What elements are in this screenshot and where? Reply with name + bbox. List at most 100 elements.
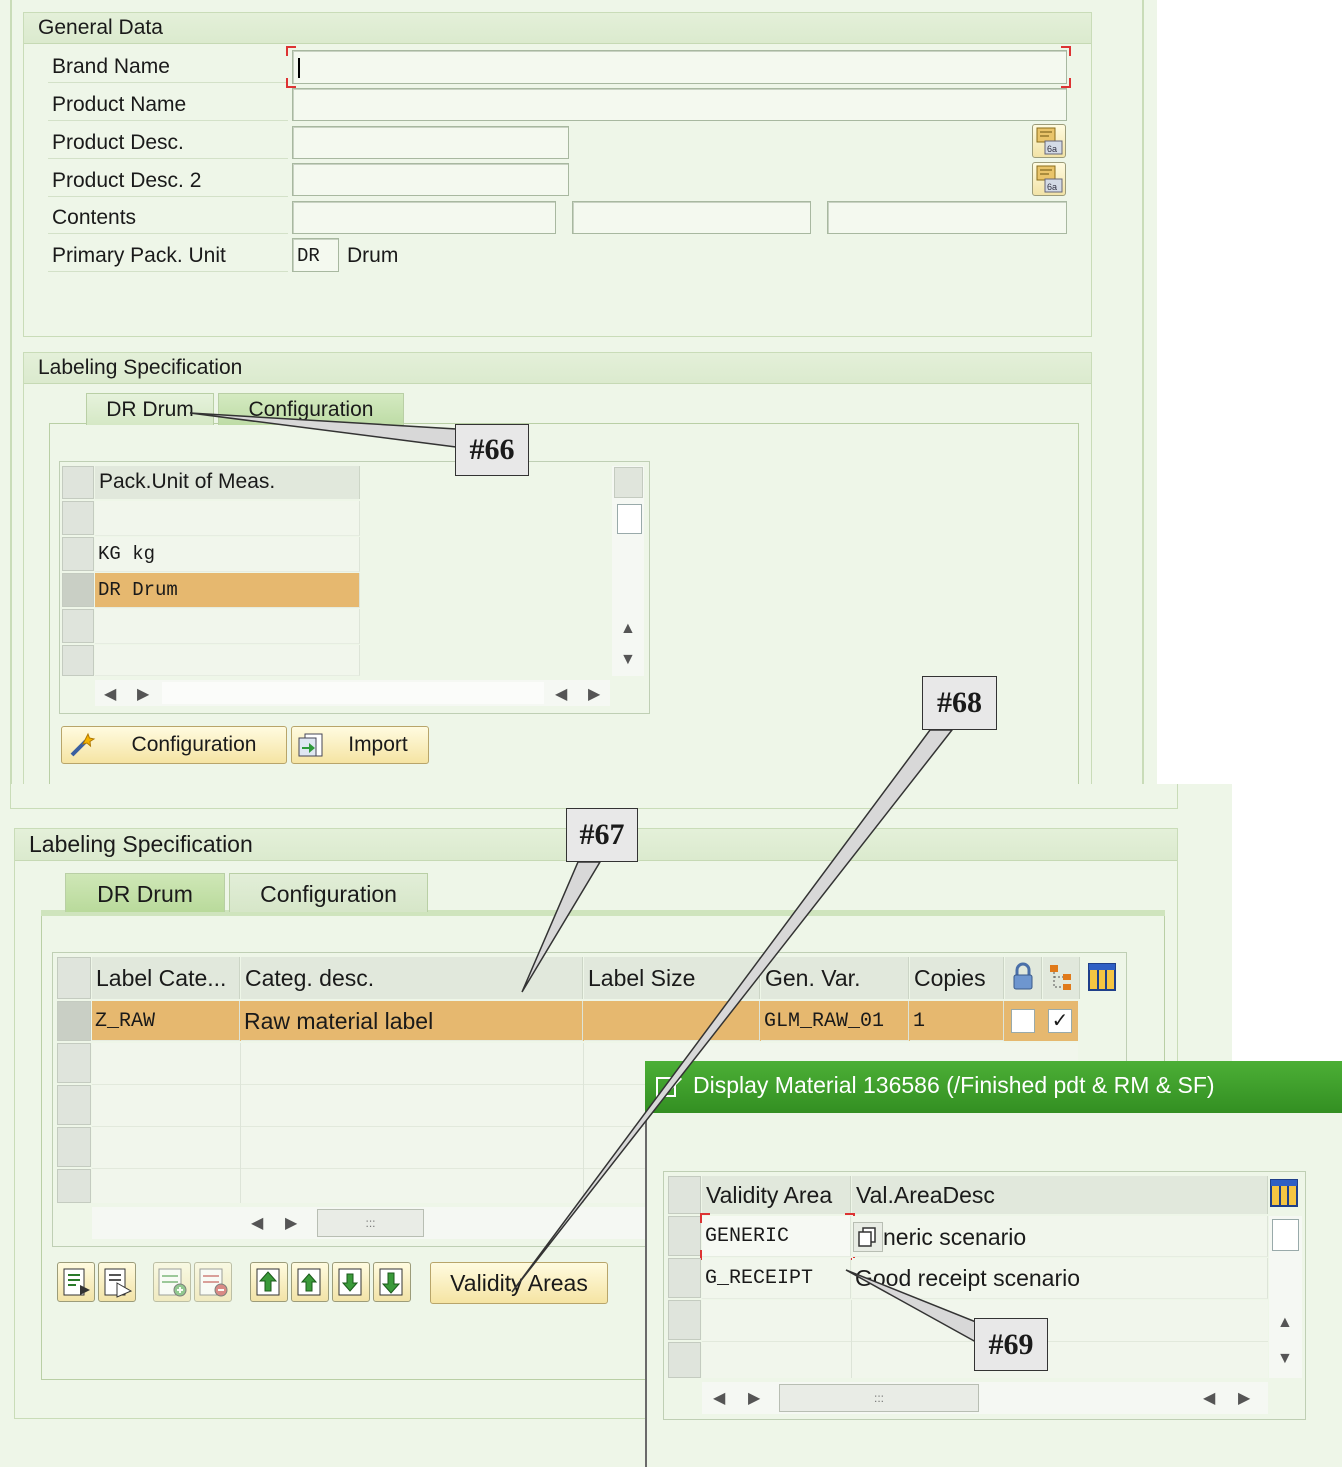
column-header-label-category[interactable]: Label Cate... <box>92 957 240 999</box>
row-selector[interactable] <box>57 1169 91 1203</box>
scroll-right-icon[interactable]: ▶ <box>588 684 600 704</box>
contents-input-3[interactable] <box>827 201 1067 234</box>
scroll-track[interactable] <box>162 682 544 704</box>
text-cursor <box>298 58 300 78</box>
contents-input-1[interactable] <box>292 201 556 234</box>
scroll-top-button[interactable] <box>614 467 643 498</box>
details-icon[interactable] <box>57 1262 95 1302</box>
product-name-input[interactable] <box>292 88 1067 121</box>
callout-69: #69 <box>974 1318 1048 1371</box>
tab-configuration-bottom[interactable]: Configuration <box>229 873 428 912</box>
scroll-up-icon[interactable]: ▲ <box>620 620 636 638</box>
scroll-left-icon[interactable]: ◀ <box>1203 1388 1215 1408</box>
dialog-title: Display Material 136586 (/Finished pdt &… <box>693 1072 1215 1098</box>
scroll-left-icon[interactable]: ◀ <box>555 684 567 704</box>
validity-area-cell[interactable]: GENERIC <box>702 1216 851 1257</box>
tab-dr-drum-bottom[interactable]: DR Drum <box>65 873 225 912</box>
label-size-cell[interactable] <box>584 1001 760 1041</box>
top-screen-right-border <box>1142 0 1144 784</box>
primary-pack-code-field[interactable]: DR <box>292 238 339 272</box>
validity-areas-button[interactable]: Validity Areas <box>430 1262 608 1304</box>
row-selector[interactable] <box>62 573 94 607</box>
table-row[interactable] <box>95 609 360 644</box>
row-selector[interactable] <box>62 501 94 535</box>
move-down-icon[interactable] <box>332 1262 370 1302</box>
required-marker-tl <box>286 46 296 56</box>
val-area-desc-text: neric scenario <box>883 1224 1027 1250</box>
table-corner <box>62 466 94 499</box>
scroll-right-icon[interactable]: ▶ <box>137 684 149 704</box>
row-selector[interactable] <box>62 537 94 571</box>
scroll-right-icon[interactable]: ▶ <box>1238 1388 1250 1408</box>
column-header-gen-var[interactable]: Gen. Var. <box>761 957 909 999</box>
column-settings-icon[interactable] <box>1268 1177 1302 1211</box>
label-underline <box>48 271 288 272</box>
import-button[interactable]: Import <box>291 726 429 764</box>
lock-icon[interactable] <box>1005 957 1042 999</box>
row-selector[interactable] <box>57 1043 91 1083</box>
validity-area-cell[interactable]: G_RECEIPT <box>702 1258 851 1299</box>
table-row[interactable]: KG kg <box>95 537 360 572</box>
svg-text:6a: 6a <box>1047 182 1057 192</box>
row-selector[interactable] <box>57 1001 91 1041</box>
table-row-selected[interactable]: DR Drum <box>95 573 360 608</box>
svg-text:6a: 6a <box>1047 144 1057 154</box>
column-header-copies[interactable]: Copies <box>910 957 1004 999</box>
table-row[interactable] <box>95 645 360 676</box>
move-bottom-icon[interactable] <box>373 1262 411 1302</box>
contents-input-2[interactable] <box>572 201 811 234</box>
column-header-category-desc[interactable]: Categ. desc. <box>241 957 583 999</box>
column-header-validity-area[interactable]: Validity Area <box>702 1176 851 1214</box>
move-up-icon[interactable] <box>291 1262 329 1302</box>
brand-name-input[interactable] <box>292 50 1067 84</box>
table-row[interactable] <box>95 501 360 536</box>
column-header-pack-unit[interactable]: Pack.Unit of Meas. <box>95 466 360 499</box>
scroll-thumb[interactable]: ::: <box>317 1209 424 1237</box>
row-selector[interactable] <box>668 1342 701 1378</box>
scroll-thumb[interactable] <box>1272 1219 1299 1251</box>
column-header-val-area-desc[interactable]: Val.AreaDesc <box>852 1176 1268 1214</box>
tab-dr-drum-top[interactable]: DR Drum <box>86 393 214 425</box>
row-selector[interactable] <box>668 1258 701 1298</box>
scroll-right-icon[interactable]: ▶ <box>748 1388 760 1408</box>
scroll-left-icon[interactable]: ◀ <box>104 684 116 704</box>
scroll-up-icon[interactable]: ▲ <box>1277 1314 1293 1332</box>
product-desc2-input[interactable] <box>292 163 569 196</box>
row-selector[interactable] <box>668 1216 701 1256</box>
row-selector[interactable] <box>57 1085 91 1125</box>
scroll-left-icon[interactable]: ◀ <box>713 1388 725 1408</box>
lock-checkbox[interactable] <box>1011 1009 1035 1033</box>
row-selector[interactable] <box>668 1300 701 1340</box>
scroll-left-icon[interactable]: ◀ <box>251 1213 263 1233</box>
delete-row-icon[interactable] <box>194 1262 232 1302</box>
product-desc-input[interactable] <box>292 126 569 159</box>
scroll-down-icon[interactable]: ▼ <box>620 651 636 669</box>
insert-row-icon[interactable] <box>153 1262 191 1302</box>
hierarchy-checkbox[interactable]: ✓ <box>1048 1009 1072 1033</box>
scroll-thumb[interactable] <box>617 504 642 534</box>
scroll-right-icon[interactable]: ▶ <box>285 1213 297 1233</box>
long-text-icon[interactable]: 6a <box>1032 124 1066 158</box>
val-area-desc-cell[interactable]: Good receipt scenario <box>852 1258 1268 1299</box>
gen-var-cell[interactable]: GLM_RAW_01 <box>761 1001 909 1041</box>
bottom-screen-top-strip <box>10 784 1178 809</box>
column-settings-icon[interactable] <box>1086 961 1120 995</box>
category-desc-cell[interactable]: Raw material label <box>241 1001 583 1041</box>
label-category-cell[interactable]: Z_RAW <box>92 1001 240 1041</box>
row-selector[interactable] <box>62 609 94 643</box>
scroll-thumb[interactable]: ::: <box>779 1384 979 1412</box>
display-icon[interactable] <box>98 1262 136 1302</box>
copies-cell[interactable]: 1 <box>910 1001 1004 1041</box>
scroll-down-icon[interactable]: ▼ <box>1277 1350 1293 1368</box>
callout-66: #66 <box>455 424 529 476</box>
row-selector[interactable] <box>62 645 94 676</box>
row-selector[interactable] <box>57 1127 91 1167</box>
long-text-icon[interactable]: 6a <box>1032 162 1066 196</box>
column-header-label-size[interactable]: Label Size <box>584 957 760 999</box>
copy-icon[interactable] <box>853 1222 883 1252</box>
hierarchy-icon[interactable] <box>1043 957 1080 999</box>
configuration-button[interactable]: Configuration <box>61 726 287 764</box>
move-top-icon[interactable] <box>250 1262 288 1302</box>
primary-pack-label: Primary Pack. Unit <box>52 244 226 267</box>
tab-configuration-top[interactable]: Configuration <box>218 393 404 425</box>
